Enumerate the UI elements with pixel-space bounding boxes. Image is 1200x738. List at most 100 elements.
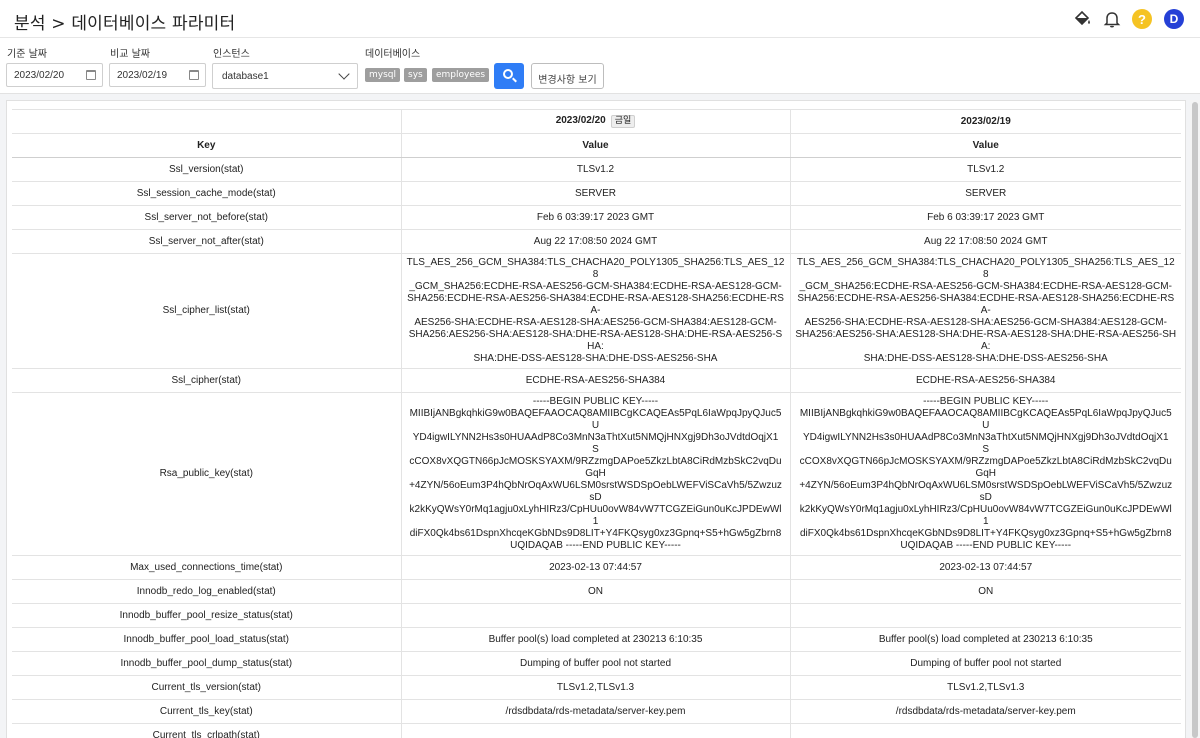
value-line: _GCM_SHA256:ECDHE-RSA-AES256-GCM-SHA384:…: [409, 281, 782, 292]
compare-value-cell: ON: [789, 579, 1181, 604]
table-row: Ssl_server_not_after(stat) Aug 22 17:08:5…: [12, 229, 1181, 254]
value-line: SHA256:ECDHE-RSA-AES256-SHA384:ECDHE-RSA…: [797, 293, 1175, 316]
table-row: Innodb_redo_log_enabled(stat) ON ON: [12, 579, 1181, 604]
compare-value-cell: TLSv1.2: [789, 157, 1181, 182]
today-badge: 금일: [610, 115, 636, 128]
base-value-cell: Feb 6 03:39:17 2023 GMT: [400, 205, 790, 230]
database-chip[interactable]: sys: [404, 68, 427, 82]
table-row: Innodb_buffer_pool_dump_status(stat) Dump…: [12, 651, 1181, 676]
value-line: +4ZYN/56oEum3P4hQbNrOqAxWU6LSM0srstWSDSp…: [409, 480, 782, 491]
scrollbar-thumb[interactable]: [1192, 102, 1198, 738]
search-button[interactable]: [494, 63, 524, 89]
parameter-table: 2023/02/20 금일 2023/02/19 Key Value Value …: [12, 109, 1181, 738]
base-value-cell: [400, 603, 790, 628]
value-line: SHA256:AES256-SHA:AES128-SHA:DHE-RSA-AES…: [408, 329, 783, 352]
base-value-cell: ON: [400, 579, 790, 604]
compare-value-cell: Aug 22 17:08:50 2024 GMT: [789, 229, 1181, 254]
database-chip[interactable]: mysql: [365, 68, 400, 82]
table-row: Ssl_version(stat) TLSv1.2 TLSv1.2: [12, 157, 1181, 182]
base-value-cell: 2023-02-13 07:44:57: [400, 555, 790, 580]
base-value-cell: TLSv1.2,TLSv1.3: [400, 675, 790, 700]
compare-value-cell: /rdsdbdata/rds-metadata/server-key.pem: [789, 699, 1181, 724]
value-line: MIIBIjANBgkqhkiG9w0BAQEFAAOCAQ8AMIIBCgKC…: [799, 408, 1172, 419]
base-value-cell: /rdsdbdata/rds-metadata/server-key.pem: [400, 699, 790, 724]
compare-value-cell: [789, 723, 1181, 738]
param-key-cell: Innodb_buffer_pool_load_status(stat): [12, 627, 401, 652]
compare-date-column-header: 2023/02/19: [789, 109, 1181, 134]
value-line: sD: [979, 492, 992, 503]
compare-value-cell: ECDHE-RSA-AES256-SHA384: [789, 368, 1181, 393]
chevron-down-icon: [338, 68, 350, 80]
compare-date-picker[interactable]: 2023/02/19: [109, 63, 206, 87]
instance-value: database1: [222, 71, 269, 82]
compare-value-cell: Dumping of buffer pool not started: [789, 651, 1181, 676]
table-row: Current_tls_key(stat)/rdsdbdata/rds-meta…: [12, 699, 1181, 724]
compare-value-cell: 2023-02-13 07:44:57: [789, 555, 1181, 580]
empty-header-cell: [12, 109, 401, 134]
vertical-scrollbar[interactable]: [1190, 100, 1200, 738]
value-line: UQIDAQAB -----END PUBLIC KEY-----: [900, 540, 1072, 551]
table-row: Current_tls_crlpath(stat): [12, 723, 1181, 738]
notification-bell-icon[interactable]: [1102, 9, 1122, 29]
paint-bucket-icon[interactable]: [1072, 9, 1092, 29]
value-line: MIIBIjANBgkqhkiG9w0BAQEFAAOCAQ8AMIIBCgKC…: [409, 408, 782, 419]
base-date-label: 기준 날짜: [7, 49, 47, 60]
table-row: Innodb_buffer_pool_resize_status(stat): [12, 603, 1181, 628]
view-changes-button[interactable]: 변경사항 보기: [531, 63, 604, 89]
param-key-cell: Innodb_buffer_pool_resize_status(stat): [12, 603, 401, 628]
base-value-cell: TLSv1.2: [400, 157, 790, 182]
base-value-cell: -----BEGIN PUBLIC KEY----- MIIBIjANBgkqhk…: [400, 392, 790, 556]
param-key-cell: Ssl_server_not_before(stat): [12, 205, 401, 230]
param-key-cell: Ssl_cipher_list(stat): [12, 253, 401, 369]
table-row: Innodb_buffer_pool_load_status(stat) Buff…: [12, 627, 1181, 652]
value-line: diFX0Qk4bs61DspnXhcqeKGbNDs9D8LIT+Y4FKQs…: [409, 528, 782, 539]
app-header: 분석 > 데이터베이스 파라미터 ? D: [0, 0, 1200, 38]
table-row: Ssl_cipher(stat) ECDHE-RSA-AES256-SHA384 E…: [12, 368, 1181, 393]
value-line: SHA:DHE-DSS-AES128-SHA:DHE-DSS-AES256-SH…: [473, 353, 718, 364]
table-body: Ssl_version(stat) TLSv1.2 TLSv1.2 Ssl_sessi…: [12, 157, 1181, 738]
database-label: 데이터베이스: [365, 49, 421, 60]
base-value-cell: Aug 22 17:08:50 2024 GMT: [400, 229, 790, 254]
table-row: Max_used_connections_time(stat) 2023-02-1…: [12, 555, 1181, 580]
value-line: diFX0Qk4bs61DspnXhcqeKGbNDs9D8LIT+Y4FKQs…: [799, 528, 1172, 539]
param-key-cell: Ssl_version(stat): [12, 157, 401, 182]
help-icon[interactable]: ?: [1132, 9, 1152, 29]
calendar-icon: [86, 70, 96, 80]
base-date-value: 2023/02/20: [14, 70, 65, 81]
value-line: TLS_AES_256_GCM_SHA384:TLS_CHACHA20_POLY…: [796, 257, 1175, 280]
value-line: 1: [592, 516, 599, 527]
instance-label: 인스턴스: [213, 49, 250, 60]
compare-value-cell: Buffer pool(s) load completed at 230213 …: [789, 627, 1181, 652]
compare-value-cell: Feb 6 03:39:17 2023 GMT: [789, 205, 1181, 230]
value-line: U: [591, 420, 600, 431]
database-chip[interactable]: employees: [432, 68, 490, 82]
table-row: Ssl_server_not_before(stat) Feb 6 03:39:1…: [12, 205, 1181, 230]
compare-value-cell: [789, 603, 1181, 628]
table-row: Rsa_public_key(stat) -----BEGIN PUBLIC KE…: [12, 392, 1181, 556]
instance-select[interactable]: database1: [212, 63, 358, 89]
value-line: SHA256:ECDHE-RSA-AES256-SHA384:ECDHE-RSA…: [407, 293, 784, 316]
value-line: k2kKyQWsY0rMq1agju0xLyhHIRz3/CpHUu0ovW84…: [799, 504, 1172, 515]
value-line: UQIDAQAB -----END PUBLIC KEY-----: [510, 540, 681, 551]
value-line: GqH: [975, 468, 997, 479]
value-line: S: [982, 444, 990, 455]
param-key-cell: Ssl_session_cache_mode(stat): [12, 181, 401, 206]
value-line: -----BEGIN PUBLIC KEY-----: [532, 396, 659, 407]
param-key-cell: Max_used_connections_time(stat): [12, 555, 401, 580]
base-date-header-text: 2023/02/20: [555, 115, 606, 126]
page-title: 분석 > 데이터베이스 파라미터: [14, 14, 236, 34]
value-line: S: [592, 444, 599, 455]
compare-value-cell: -----BEGIN PUBLIC KEY----- MIIBIjANBgkqhk…: [789, 392, 1181, 556]
user-avatar[interactable]: D: [1164, 9, 1184, 29]
param-key-cell: Innodb_redo_log_enabled(stat): [12, 579, 401, 604]
value-line: SHA256:AES256-SHA:AES128-SHA:DHE-RSA-AES…: [795, 329, 1177, 352]
value-line: cCOX8vXQGTN66pJcMOSKSYAXM/9RZzmgDAPoe5Zk…: [799, 456, 1172, 467]
key-column-header: Key: [12, 133, 401, 158]
compare-date-value: 2023/02/19: [117, 70, 168, 81]
value-line: cCOX8vXQGTN66pJcMOSKSYAXM/9RZzmgDAPoe5Zk…: [409, 456, 782, 467]
base-date-picker[interactable]: 2023/02/20: [6, 63, 103, 87]
value-line: AES256-SHA:ECDHE-RSA-AES128-SHA:AES256-G…: [414, 317, 777, 328]
base-value-cell: Dumping of buffer pool not started: [400, 651, 790, 676]
param-key-cell: Ssl_cipher(stat): [12, 368, 401, 393]
compare-date-label: 비교 날짜: [110, 49, 150, 60]
